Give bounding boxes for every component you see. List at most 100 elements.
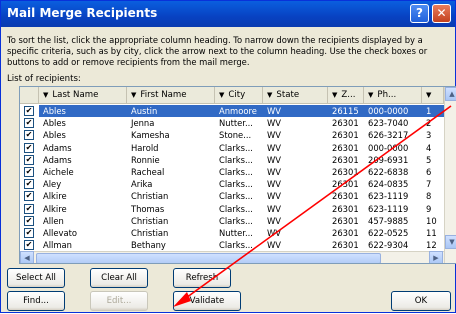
include-checkbox[interactable]: ✔	[24, 118, 34, 129]
clear-all-button[interactable]: Clear All	[90, 268, 148, 288]
table-row[interactable]: ✔ Alkire Christian Clarks... WV 26301 623-1119…	[20, 190, 440, 202]
column-header-phone[interactable]: ▼ Ph...	[364, 87, 422, 103]
table-cell: WV	[267, 118, 282, 129]
column-header-extra[interactable]: ▼	[422, 87, 444, 103]
include-checkbox[interactable]: ✔	[24, 179, 34, 190]
include-checkbox[interactable]: ✔	[24, 167, 34, 177]
table-row[interactable]: ✔ Adams Ronnie Clarks... WV 26301 209-6931 5	[20, 154, 440, 166]
dropdown-arrow-icon[interactable]: ▼	[267, 87, 272, 103]
horizontal-scroll-thumb[interactable]	[36, 253, 381, 263]
table-cell: 26115	[328, 105, 364, 117]
table-cell: Alkire	[43, 203, 67, 214]
horizontal-scrollbar[interactable]: ◀ ▶	[20, 251, 444, 263]
table-cell: 26301	[332, 240, 359, 251]
include-checkbox[interactable]: ✔	[24, 215, 34, 226]
table-row[interactable]: ✔ Aichele Racheal Clarks... WV 26301 622-6838 6	[20, 166, 440, 178]
table-cell: 8	[426, 191, 432, 202]
table-cell: 26301	[332, 203, 359, 214]
edit-button: Edit...	[90, 291, 148, 311]
table-row[interactable]: ✔ Allen Christian Clarks... WV 26301 457-9885 1…	[20, 215, 440, 227]
column-header-checkbox	[20, 87, 39, 103]
table-cell: 626-3217	[368, 130, 409, 141]
table-cell: Anmoore	[215, 105, 263, 117]
help-button[interactable]: ?	[410, 4, 429, 23]
table-cell: Ables	[39, 105, 127, 117]
table-cell: 3	[426, 130, 432, 141]
table-cell: 26301	[332, 191, 359, 202]
column-header-row: ▼ Last Name ▼ First Name ▼ City ▼ State ▼ Z..…	[20, 87, 456, 104]
table-cell: Austin	[127, 105, 215, 117]
find-button[interactable]: Find...	[7, 291, 65, 311]
include-checkbox[interactable]: ✔	[24, 154, 34, 165]
table-cell: Stone...	[219, 130, 252, 141]
column-header-zip[interactable]: ▼ Z...	[328, 87, 364, 103]
table-cell: 10	[426, 215, 437, 226]
table-cell: WV	[267, 167, 282, 177]
table-row[interactable]: ✔ Allman Bethany Clarks... WV 26301 622-9304 12	[20, 239, 440, 251]
table-cell: Adams	[43, 142, 72, 153]
table-cell: WV	[263, 105, 328, 117]
table-cell: Thomas	[131, 203, 165, 214]
instructions-text: To sort the list, click the appropriate …	[7, 35, 428, 67]
select-all-button[interactable]: Select All	[7, 268, 65, 288]
table-cell: 1	[422, 105, 444, 117]
include-checkbox[interactable]: ✔	[24, 228, 34, 238]
table-cell: WV	[267, 130, 282, 141]
scroll-left-icon[interactable]: ◀	[20, 251, 34, 263]
validate-button[interactable]: Validate	[173, 291, 241, 311]
table-cell: Ables	[43, 118, 66, 129]
table-cell: 623-7040	[368, 118, 409, 129]
include-checkbox[interactable]: ✔	[24, 240, 34, 251]
table-cell: Adams	[43, 154, 72, 165]
table-row[interactable]: ✔ Allevato Christian Nutter... WV 26301 622-05…	[20, 227, 440, 239]
include-checkbox[interactable]: ✔	[24, 130, 34, 141]
table-cell: Bethany	[131, 240, 166, 251]
table-row[interactable]: ✔ Adams Harold Clarks... WV 26301 000-0000 4	[20, 142, 440, 154]
include-checkbox[interactable]: ✔	[24, 142, 34, 153]
dropdown-arrow-icon[interactable]: ▼	[43, 87, 48, 103]
table-cell: 000-0000	[364, 105, 422, 117]
ok-button[interactable]: OK	[391, 291, 451, 311]
scroll-down-icon[interactable]: ▼	[445, 235, 456, 249]
table-cell: 26301	[332, 167, 359, 177]
recipients-list[interactable]: ▼ Last Name ▼ First Name ▼ City ▼ State ▼ Z..…	[19, 86, 456, 264]
scroll-up-icon[interactable]: ▲	[445, 87, 456, 101]
table-cell: WV	[267, 179, 282, 190]
mail-merge-recipients-dialog: Mail Merge Recipients ? ✕ To sort the li…	[0, 0, 456, 313]
table-row[interactable]: ✔ Ables Austin Anmoore WV 26115 000-0000 1	[20, 105, 444, 117]
table-cell: 11	[426, 228, 437, 238]
table-cell: Nutter...	[219, 118, 253, 129]
table-cell: Ables	[43, 130, 66, 141]
table-cell: Clarks...	[219, 215, 253, 226]
refresh-button[interactable]: Refresh	[173, 268, 231, 288]
table-cell: Aichele	[43, 167, 74, 177]
table-row[interactable]: ✔ Aley Arika Clarks... WV 26301 624-0835 7	[20, 178, 440, 190]
table-row[interactable]: ✔ Alkire Thomas Clarks... WV 26301 623-1119 9	[20, 203, 440, 215]
table-cell: Clarks...	[219, 142, 253, 153]
column-header-state[interactable]: ▼ State	[263, 87, 328, 103]
vertical-scrollbar[interactable]: ▲ ▼	[444, 87, 456, 263]
close-button[interactable]: ✕	[432, 4, 451, 23]
table-cell: 622-6838	[368, 167, 409, 177]
table-cell: Aley	[43, 179, 62, 190]
dropdown-arrow-icon[interactable]: ▼	[368, 87, 373, 103]
dropdown-arrow-icon[interactable]: ▼	[219, 87, 224, 103]
include-checkbox[interactable]: ✔	[24, 191, 34, 202]
table-cell: Clarks...	[219, 154, 253, 165]
column-header-city[interactable]: ▼ City	[215, 87, 263, 103]
title-bar[interactable]: Mail Merge Recipients ? ✕	[1, 1, 455, 27]
table-cell: Allen	[43, 215, 64, 226]
table-row[interactable]: ✔ Ables Kamesha Stone... WV 26301 626-3217 3	[20, 129, 440, 141]
dropdown-arrow-icon[interactable]: ▼	[332, 87, 337, 103]
include-checkbox[interactable]: ✔	[24, 203, 34, 214]
scroll-right-icon[interactable]: ▶	[429, 251, 443, 263]
column-header-last-name[interactable]: ▼ Last Name	[39, 87, 127, 103]
table-cell: Arika	[131, 179, 153, 190]
dropdown-arrow-icon[interactable]: ▼	[426, 87, 431, 103]
include-checkbox[interactable]: ✔	[24, 106, 34, 116]
dropdown-arrow-icon[interactable]: ▼	[131, 87, 136, 103]
table-row[interactable]: ✔ Ables Jenna Nutter... WV 26301 623-7040 2	[20, 117, 440, 129]
column-header-first-name[interactable]: ▼ First Name	[127, 87, 215, 103]
table-cell: 457-9885	[368, 215, 409, 226]
table-cell: 26301	[332, 154, 359, 165]
